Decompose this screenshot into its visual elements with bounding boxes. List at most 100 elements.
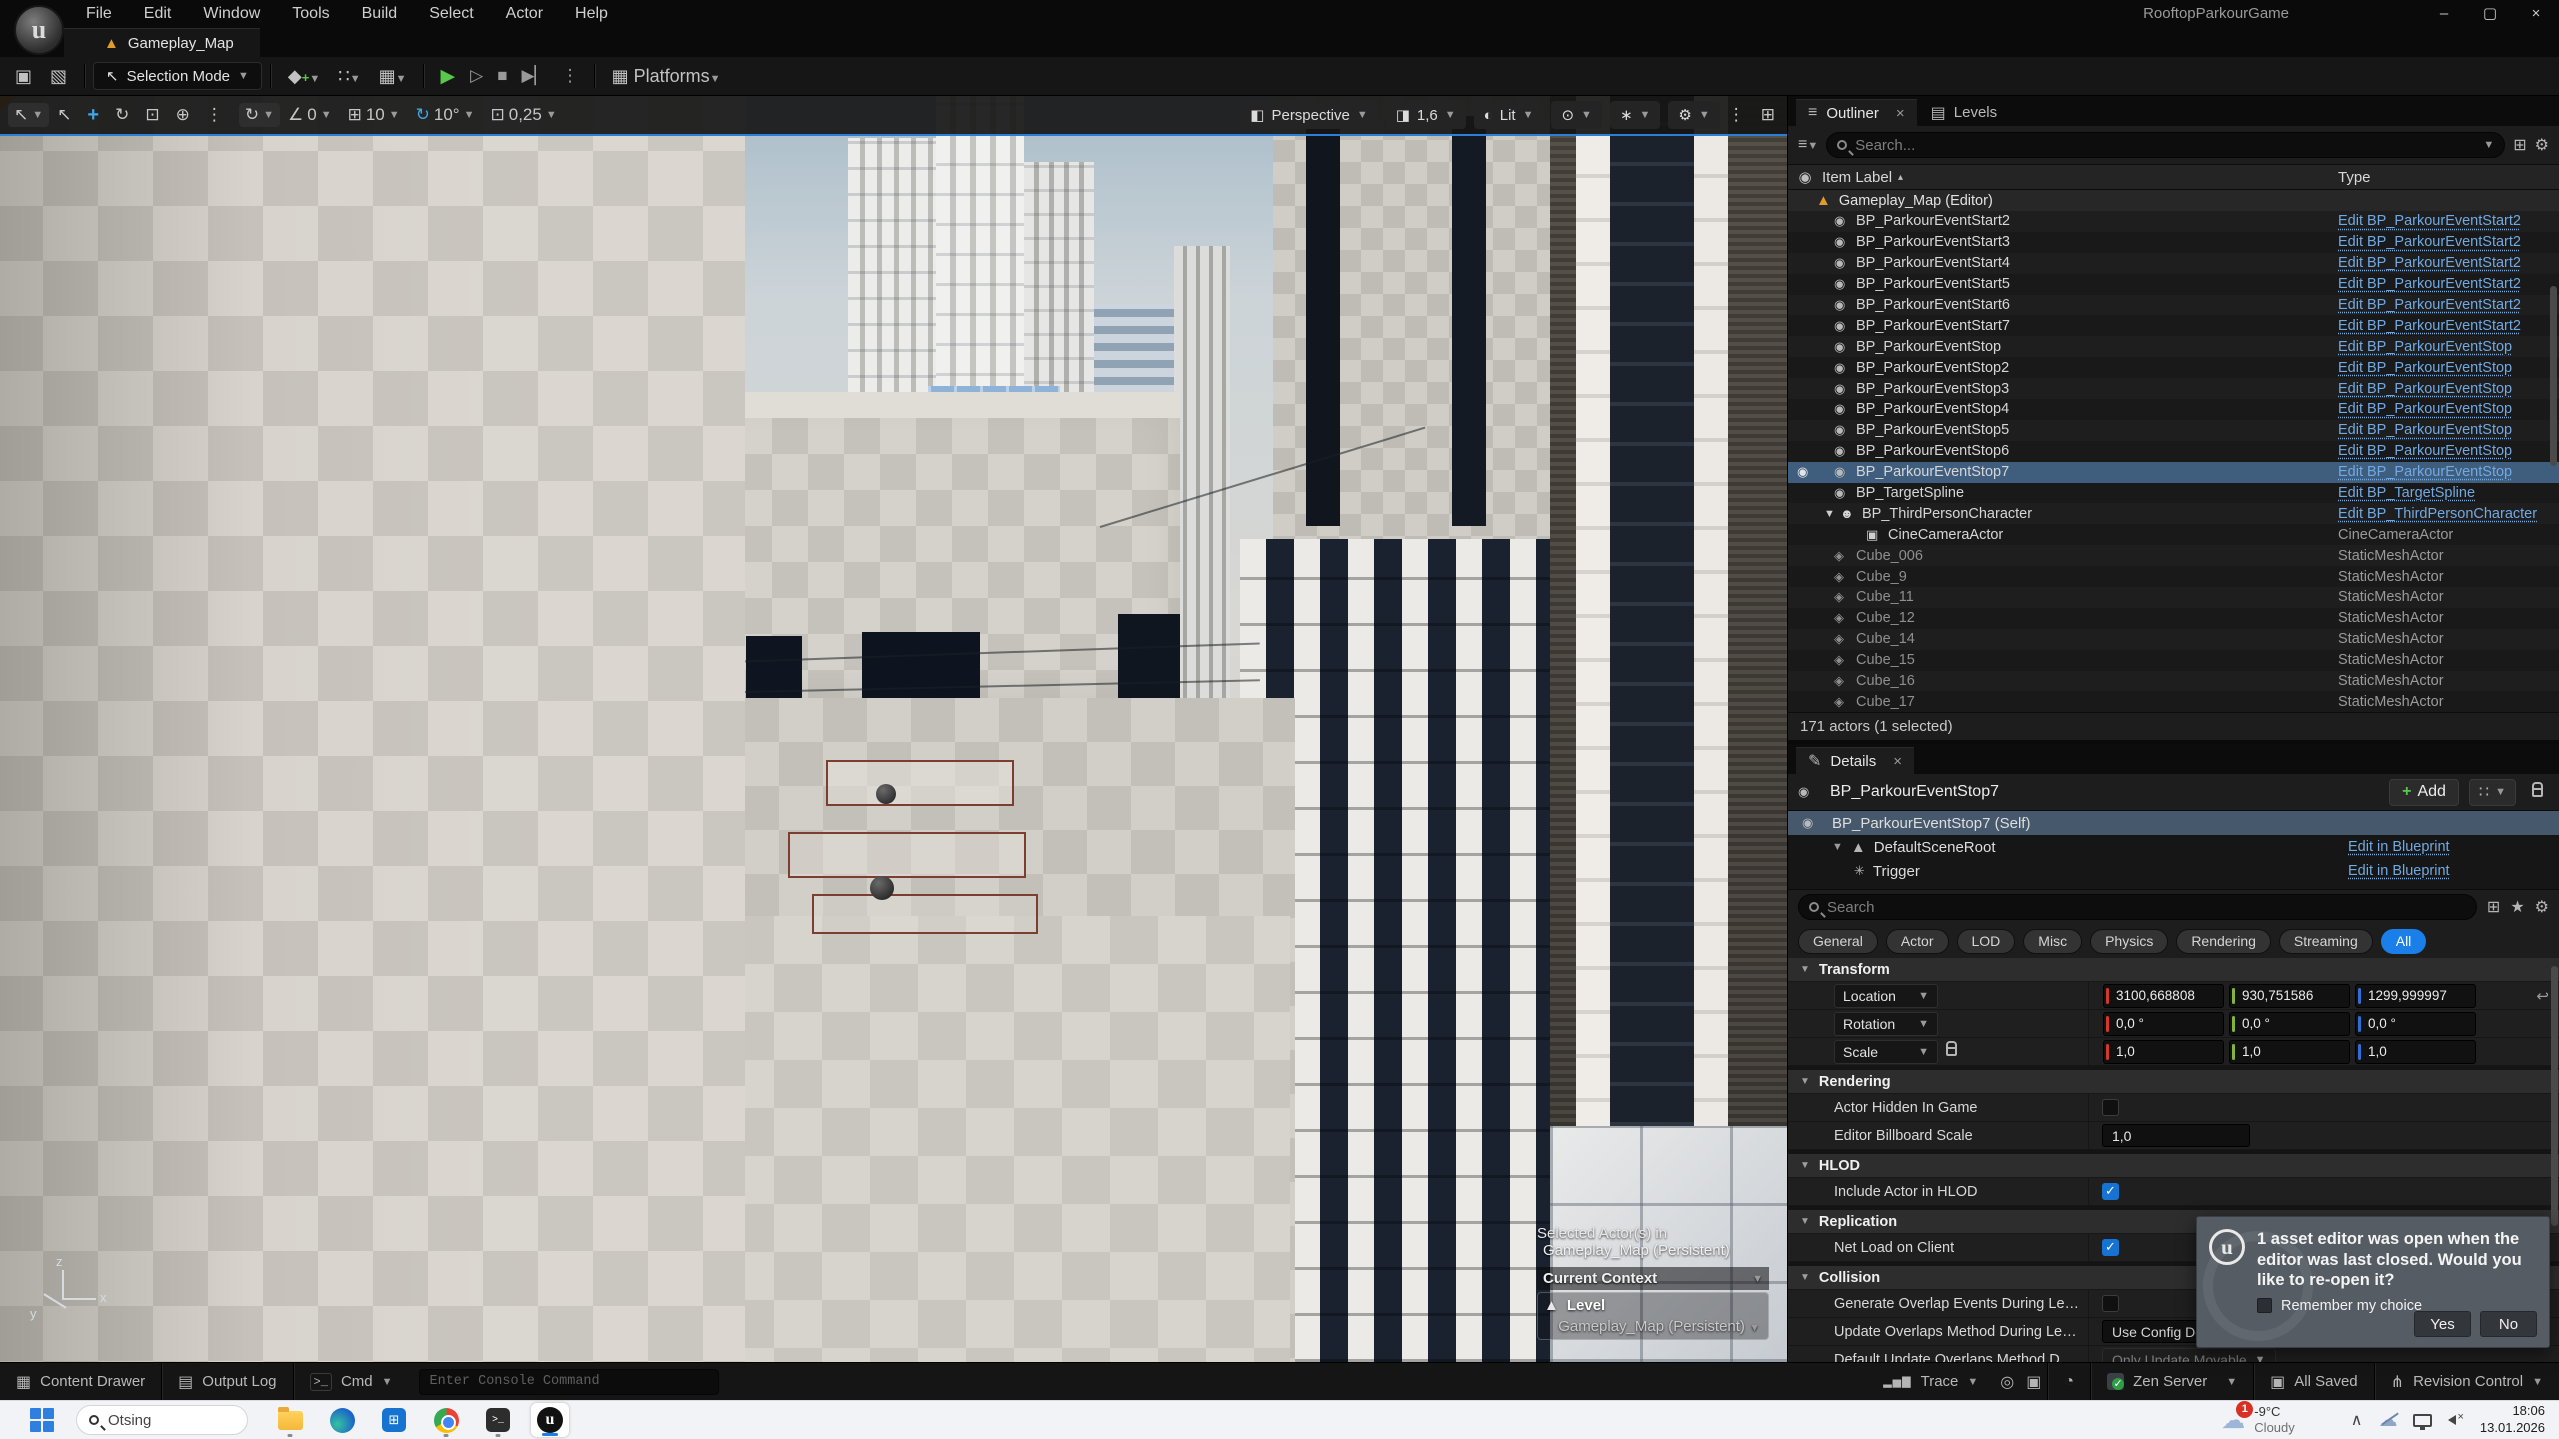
actor-label[interactable]: BP_ParkourEventStart3 <box>1856 234 2010 250</box>
outliner-row[interactable]: ▼ BP_ParkourEventStart6 Edit BP_ParkourE… <box>1788 295 2559 316</box>
menu-item[interactable]: Window <box>189 0 274 28</box>
cmd-dropdown[interactable]: >_ Cmd▼ <box>294 1363 409 1400</box>
outliner-row[interactable]: ▼ Cube_9 StaticMeshActor <box>1788 566 2559 587</box>
filter-chip[interactable]: Streaming <box>2279 929 2373 954</box>
z-value-field[interactable]: 1,0 <box>2355 1040 2476 1064</box>
actor-type-link[interactable]: StaticMeshActor <box>2338 631 2444 647</box>
actor-type-link[interactable]: Edit BP_TargetSpline <box>2338 485 2475 501</box>
actor-type-link[interactable]: StaticMeshActor <box>2338 569 2444 585</box>
show-flags-dropdown[interactable]: ⊙▼ <box>1551 101 1601 129</box>
section-header-hlod[interactable]: ▼HLOD <box>1788 1154 2559 1178</box>
outliner-row[interactable]: ▼ BP_ParkourEventStart7 Edit BP_ParkourE… <box>1788 315 2559 336</box>
scale-lock-icon[interactable] <box>1946 1047 1957 1056</box>
transform-type-dropdown[interactable]: Scale ▼ <box>1834 1040 1938 1064</box>
actor-label[interactable]: Cube_006 <box>1856 548 1923 564</box>
maximize-viewport-icon[interactable]: ⊞ <box>1753 105 1783 125</box>
angle-snap-dropdown[interactable]: ∠ 0▼ <box>280 105 340 125</box>
y-value-field[interactable]: 0,0 ° <box>2229 1012 2350 1036</box>
item-label-column[interactable]: Item Label <box>1822 169 1892 186</box>
tab-levels[interactable]: ▤ Levels <box>1917 99 2011 126</box>
camera-speed-dropdown[interactable]: ◨ 1,6▼ <box>1386 101 1466 129</box>
actor-label[interactable]: Cube_15 <box>1856 652 1915 668</box>
actor-type-link[interactable]: Edit BP_ParkourEventStop <box>2338 443 2512 459</box>
actor-type-link[interactable]: Edit BP_ParkourEventStart2 <box>2338 255 2521 271</box>
actor-label[interactable]: BP_ParkourEventStop4 <box>1856 401 2009 417</box>
actor-label[interactable]: Cube_11 <box>1856 589 1914 605</box>
actor-type-link[interactable]: StaticMeshActor <box>2338 673 2444 689</box>
close-icon[interactable]: × <box>1893 753 1902 770</box>
platforms-dropdown[interactable]: ▦ Platforms▼ <box>603 66 730 87</box>
actor-label[interactable]: BP_ParkourEventStart6 <box>1856 297 2010 313</box>
effects-dropdown[interactable]: ∗▼ <box>1610 101 1660 129</box>
outliner-row[interactable]: ▼ BP_ParkourEventStart3 Edit BP_ParkourE… <box>1788 232 2559 253</box>
taskbar-clock[interactable]: 18:06 13.01.2026 <box>2480 1403 2545 1437</box>
outliner-row[interactable]: ▼ BP_ParkourEventStop7 Edit BP_ParkourEv… <box>1788 462 2559 483</box>
checkbox-checked[interactable] <box>2102 1183 2119 1200</box>
actor-label[interactable]: BP_ParkourEventStop2 <box>1856 360 2009 376</box>
menu-item[interactable]: Edit <box>130 0 186 28</box>
outliner-row[interactable]: ▼ Cube_11 StaticMeshActor <box>1788 587 2559 608</box>
lock-icon[interactable] <box>2532 788 2543 797</box>
actor-type-link[interactable]: Edit BP_ParkourEventStop <box>2338 360 2512 376</box>
grid-snap-dropdown[interactable]: ⊞ 10▼ <box>340 105 408 125</box>
frame-skip-button[interactable]: ▷ <box>463 66 490 86</box>
z-value-field[interactable]: 1299,999997 <box>2355 984 2476 1008</box>
checkbox-unchecked[interactable] <box>2102 1295 2119 1312</box>
actor-label[interactable]: BP_ParkourEventStop3 <box>1856 381 2009 397</box>
skip-to-end-button[interactable]: ▶▏ <box>514 66 554 86</box>
zen-server-dropdown[interactable]: Zen Server▼ <box>2091 1363 2253 1400</box>
add-actor-icon[interactable]: ◆+▼ <box>279 66 329 87</box>
actor-type-link[interactable]: Edit BP_ParkourEventStart2 <box>2338 213 2521 229</box>
expand-arrow-icon[interactable]: ▼ <box>1824 508 1840 520</box>
details-settings-icon[interactable]: ⚙ <box>2535 897 2549 917</box>
actor-label[interactable]: BP_ParkourEventStop <box>1856 339 2001 355</box>
filter-icon[interactable]: ≡▼ <box>1798 136 1818 154</box>
taskbar-search-input[interactable]: Otsing <box>76 1405 248 1435</box>
transform-type-dropdown[interactable]: Rotation ▼ <box>1834 1012 1938 1036</box>
console-command-input[interactable]: Enter Console Command <box>419 1369 719 1395</box>
blueprints-icon[interactable]: ∷▼ <box>329 66 369 87</box>
menu-item[interactable]: Build <box>348 0 412 28</box>
select-tool-dropdown[interactable]: ↖▼ <box>8 103 49 127</box>
filter-chip[interactable]: Actor <box>1886 929 1949 954</box>
chrome-icon[interactable] <box>426 1402 466 1438</box>
blueprint-dropdown-button[interactable]: ∷▼ <box>2469 779 2516 806</box>
actor-label[interactable]: BP_ParkourEventStart4 <box>1856 255 2010 271</box>
outliner-scrollbar[interactable] <box>2550 286 2557 466</box>
actor-type-link[interactable]: StaticMeshActor <box>2338 694 2444 710</box>
x-value-field[interactable]: 3100,668808 <box>2103 984 2224 1008</box>
actor-type-link[interactable]: Edit BP_ParkourEventStop <box>2338 464 2512 480</box>
actor-label[interactable]: Cube_14 <box>1856 631 1915 647</box>
section-header-rendering[interactable]: ▼Rendering <box>1788 1070 2559 1094</box>
outliner-row[interactable]: ▼ CineCameraActor CineCameraActor <box>1788 524 2559 545</box>
surface-snap-dropdown[interactable]: ↻▼ <box>239 103 280 127</box>
filter-chip[interactable]: Misc <box>2023 929 2082 954</box>
maximize-button[interactable]: ▢ <box>2467 0 2513 28</box>
view-mode-dropdown[interactable]: ◐ Lit▼ <box>1474 101 1544 129</box>
tab-outliner[interactable]: ≡ Outliner × <box>1796 99 1917 126</box>
actor-label[interactable]: Cube_12 <box>1856 610 1915 626</box>
visibility-column-icon[interactable]: ◉ <box>1788 168 1822 186</box>
level-value[interactable]: Gameplay_Map (Persistent) ▼ <box>1544 1314 1762 1335</box>
details-scrollbar[interactable] <box>2551 966 2558 1226</box>
outliner-row[interactable]: ▼ BP_ParkourEventStop Edit BP_ParkourEve… <box>1788 336 2559 357</box>
close-button[interactable]: × <box>2513 0 2559 28</box>
edit-in-blueprint-link[interactable]: Edit in Blueprint <box>2348 839 2450 855</box>
favorites-icon[interactable]: ★ <box>2510 897 2524 917</box>
edit-in-blueprint-link[interactable]: Edit in Blueprint <box>2348 863 2450 879</box>
actor-label[interactable]: BP_ParkourEventStop6 <box>1856 443 2009 459</box>
reset-to-default-icon[interactable]: ↩ <box>2536 987 2549 1005</box>
actor-label[interactable]: BP_ParkourEventStop5 <box>1856 422 2009 438</box>
actor-type-link[interactable]: StaticMeshActor <box>2338 652 2444 668</box>
play-button[interactable]: ▶ <box>432 65 463 88</box>
actor-type-link[interactable]: Edit BP_ThirdPersonCharacter <box>2338 506 2537 522</box>
viewport-options-icon[interactable]: ⋮ <box>1720 105 1753 125</box>
network-display-icon[interactable] <box>2413 1414 2432 1427</box>
outliner-row[interactable]: ▼ BP_ParkourEventStart5 Edit BP_ParkourE… <box>1788 274 2559 295</box>
save-icon[interactable]: ▣ <box>6 66 41 87</box>
outliner-row[interactable]: ▼ BP_ParkourEventStart4 Edit BP_ParkourE… <box>1788 253 2559 274</box>
actor-type-link[interactable]: StaticMeshActor <box>2338 589 2444 605</box>
weather-widget[interactable]: ☁1 -9°C Cloudy <box>2221 1404 2294 1437</box>
rotation-snap-dropdown[interactable]: ↻ 10°▼ <box>408 105 483 125</box>
remember-checkbox[interactable] <box>2257 1298 2272 1313</box>
